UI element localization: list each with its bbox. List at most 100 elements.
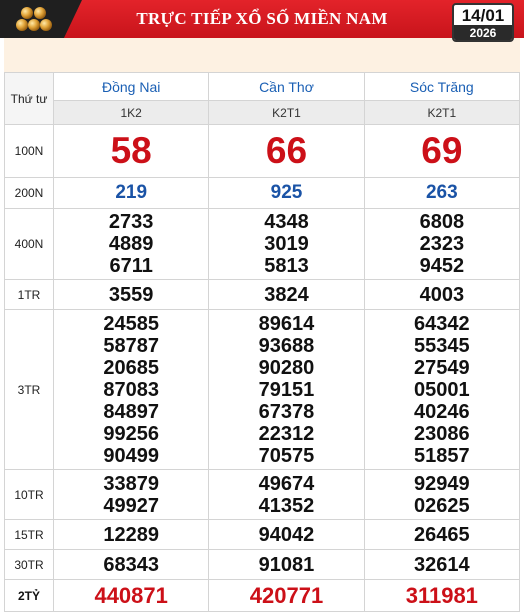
ticket-code: K2T1 xyxy=(363,100,521,125)
prize-cell: 89614 93688 90280 79151 67378 22312 7057… xyxy=(208,309,365,470)
province-row: Thứ tư Đồng Nai Cần Thơ Sóc Trăng xyxy=(4,72,521,125)
prize-cell: 2733 4889 6711 xyxy=(52,208,210,280)
prize-cell: 263 xyxy=(363,177,521,209)
header-bar: TRỰC TIẾP XỔ SỐ MIỀN NAM xyxy=(0,0,524,38)
prize-cell: 68343 xyxy=(52,549,210,580)
prize-number: 4889 xyxy=(108,233,154,255)
prize-number: 90499 xyxy=(103,444,159,467)
prize-number: 2323 xyxy=(419,233,465,255)
code-row: 1K2 K2T1 K2T1 xyxy=(5,100,521,125)
prize-label: 30TR xyxy=(4,549,54,580)
prize-row-200n: 200N 219 925 263 xyxy=(4,177,521,209)
special-prize-number: 440871 xyxy=(94,583,168,608)
prize-number: 33879 xyxy=(103,472,159,495)
prize-cell: 91081 xyxy=(208,549,365,580)
prize-number: 3019 xyxy=(264,233,309,255)
prize-cell: 4003 xyxy=(363,279,521,310)
prize-number: 05001 xyxy=(414,378,470,401)
page-title: TRỰC TIẾP XỔ SỐ MIỀN NAM xyxy=(136,9,388,28)
prize-cell: 24585 58787 20685 87083 84897 99256 9049… xyxy=(52,309,210,470)
province-name[interactable]: Sóc Trăng xyxy=(363,72,521,101)
prize-number: 87083 xyxy=(103,378,159,401)
prize-row-15tr: 15TR 12289 94042 26465 xyxy=(4,519,521,550)
prize-cell: 3559 xyxy=(52,279,210,310)
prize-number: 67378 xyxy=(258,400,315,423)
prize-number: 27549 xyxy=(414,356,470,379)
prize-number: 94042 xyxy=(258,523,315,546)
prize-number: 26465 xyxy=(414,523,470,546)
prize-cell: 440871 xyxy=(52,579,210,612)
prize-row-400n: 400N 2733 4889 6711 4348 3019 5813 6808 … xyxy=(4,208,521,280)
prize-cell: 219 xyxy=(52,177,210,209)
prize-number: 92949 xyxy=(414,472,470,495)
province-name[interactable]: Đồng Nai xyxy=(52,72,210,101)
prize-row-special: 2TỶ 440871 420771 311981 xyxy=(4,579,521,612)
prize-number: 925 xyxy=(270,182,303,203)
prize-cell: 4348 3019 5813 xyxy=(208,208,365,280)
prize-number: 64342 xyxy=(414,312,470,335)
prize-label: 3TR xyxy=(4,309,54,470)
prize-cell: 94042 xyxy=(208,519,365,550)
date-day-month: 14/01 xyxy=(461,6,505,25)
prize-row-10tr: 10TR 33879 49927 49674 41352 92949 02625 xyxy=(4,469,521,520)
prize-label: 400N xyxy=(4,208,54,280)
prize-number: 2733 xyxy=(108,211,154,233)
prize-cell: 49674 41352 xyxy=(208,469,365,520)
prize-number: 263 xyxy=(425,182,458,203)
prize-number: 58 xyxy=(110,130,152,171)
prize-number: 4348 xyxy=(264,211,309,233)
prize-number: 84897 xyxy=(103,400,159,423)
prize-number: 91081 xyxy=(258,553,315,576)
prize-number: 41352 xyxy=(258,494,315,517)
prize-number: 02625 xyxy=(414,494,470,517)
prize-row-3tr: 3TR 24585 58787 20685 87083 84897 99256 … xyxy=(4,309,521,470)
prize-row-100n: 100N 58 66 69 xyxy=(4,124,521,178)
prize-number: 69 xyxy=(421,130,463,171)
prize-number: 99256 xyxy=(103,422,159,445)
prize-number: 3824 xyxy=(264,283,309,306)
ticket-code: K2T1 xyxy=(208,100,365,125)
prize-label: 10TR xyxy=(4,469,54,520)
prize-cell: 58 xyxy=(52,124,210,178)
prize-number: 68343 xyxy=(103,553,159,576)
prize-number: 32614 xyxy=(414,553,470,576)
prize-number: 22312 xyxy=(258,422,315,445)
prize-number: 58787 xyxy=(103,334,159,357)
province-name[interactable]: Cần Thơ xyxy=(208,72,365,101)
prize-row-30tr: 30TR 68343 91081 32614 xyxy=(4,549,521,580)
prize-label: 2TỶ xyxy=(4,579,54,612)
prize-number: 12289 xyxy=(103,523,159,546)
prize-cell: 925 xyxy=(208,177,365,209)
date-year: 2026 xyxy=(454,25,512,40)
prize-cell: 3824 xyxy=(208,279,365,310)
prize-number: 24585 xyxy=(103,312,159,335)
prize-label: 1TR xyxy=(4,279,54,310)
prize-cell: 6808 2323 9452 xyxy=(363,208,521,280)
prize-cell: 92949 02625 xyxy=(363,469,521,520)
prize-number: 5813 xyxy=(264,255,309,277)
prize-row-1tr: 1TR 3559 3824 4003 xyxy=(4,279,521,310)
prize-number: 49674 xyxy=(258,472,315,495)
prize-cell: 69 xyxy=(363,124,521,178)
prize-number: 70575 xyxy=(258,444,315,467)
prize-number: 40246 xyxy=(414,400,470,423)
prize-number: 89614 xyxy=(258,312,315,335)
special-prize-number: 311981 xyxy=(405,583,478,608)
prize-number: 23086 xyxy=(414,422,470,445)
prize-number: 51857 xyxy=(414,444,470,467)
prize-number: 55345 xyxy=(414,334,470,357)
prize-number: 6711 xyxy=(109,255,153,277)
special-prize-number: 420771 xyxy=(249,583,324,608)
banner-strip xyxy=(4,38,520,72)
day-label: Thứ tư xyxy=(4,72,54,125)
prize-cell: 32614 xyxy=(363,549,521,580)
prize-number: 4003 xyxy=(419,283,465,306)
prize-number: 49927 xyxy=(103,494,159,517)
prize-cell: 66 xyxy=(208,124,365,178)
prize-cell: 26465 xyxy=(363,519,521,550)
results-table: Thứ tư Đồng Nai Cần Thơ Sóc Trăng 1K2 K2… xyxy=(4,72,521,612)
prize-number: 79151 xyxy=(258,378,315,401)
prize-number: 6808 xyxy=(419,211,465,233)
ticket-code: 1K2 xyxy=(52,100,210,125)
prize-label: 100N xyxy=(4,124,54,178)
